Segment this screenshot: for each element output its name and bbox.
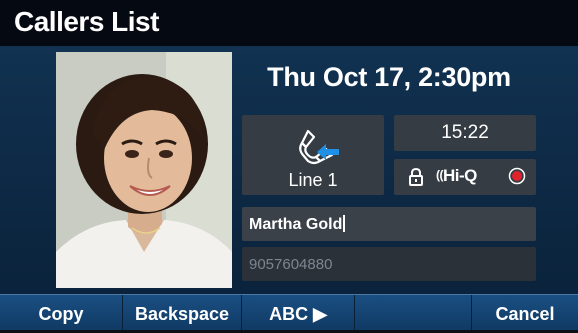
copy-softkey[interactable]: Copy [0, 295, 123, 330]
number-field-value: 9057604880 [249, 256, 333, 273]
backspace-softkey[interactable]: Backspace [123, 295, 242, 330]
cancel-softkey[interactable]: Cancel [472, 295, 578, 330]
lock-icon [409, 167, 423, 186]
phone-screen: Callers List Thu Oct 17, 2:30pm Line 1 1… [0, 0, 578, 330]
contact-photo [56, 52, 232, 288]
call-timer-panel: 15:22 [394, 115, 536, 151]
page-title: Callers List [14, 6, 159, 37]
status-icons-panel: ((Hi-Q [394, 159, 536, 195]
abc-softkey[interactable]: ABC ▶ [242, 295, 355, 330]
text-cursor [343, 215, 345, 232]
softkey-bar: Copy Backspace ABC ▶ Cancel [0, 294, 578, 330]
call-duration: 15:22 [441, 122, 489, 143]
number-field[interactable]: 9057604880 [242, 247, 536, 281]
name-input-value: Martha Gold [249, 216, 343, 233]
incoming-arrow-icon [317, 144, 339, 160]
hi-q-label: Hi-Q [443, 166, 477, 185]
name-input[interactable]: Martha Gold [242, 207, 536, 241]
contact-photo-image [56, 52, 232, 288]
name-input-value-wrap: Martha Gold [249, 215, 345, 234]
hi-q-icon: ((Hi-Q [436, 166, 477, 185]
empty-softkey[interactable] [355, 295, 472, 330]
line-label: Line 1 [288, 170, 338, 190]
record-icon [508, 167, 526, 185]
title-bar: Callers List [0, 0, 578, 46]
call-datetime: Thu Oct 17, 2:30pm [267, 62, 511, 92]
line-panel: Line 1 [242, 115, 384, 195]
